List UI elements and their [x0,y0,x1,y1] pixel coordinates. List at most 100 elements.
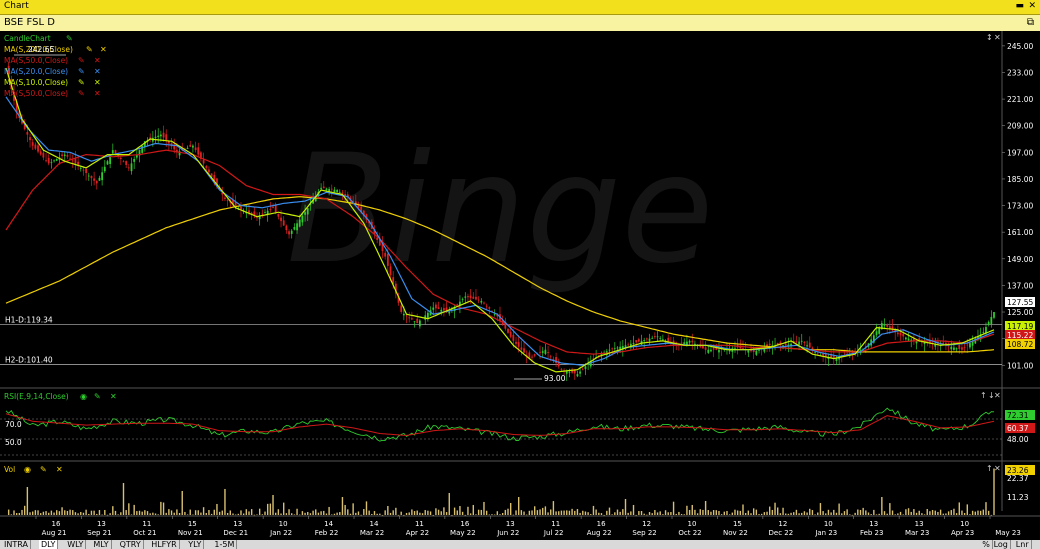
time-axis-month: Jun 22 [496,529,519,537]
legend-ma50b[interactable]: MA(S,50.0,Close) [4,89,68,98]
volume-bar [296,508,298,515]
candle-body [410,318,413,320]
volume-bar [485,510,488,515]
volume-bar [285,513,288,515]
legend-candle[interactable]: CandleChart [4,34,51,43]
candle-body [541,351,544,353]
low-annotation: 93.00 [544,374,566,383]
eye-icon[interactable]: ◉ [80,392,87,401]
volume-bar [69,509,71,515]
candle-body [322,186,325,189]
candle-body [822,353,825,356]
legend-ma20[interactable]: MA(S,20.0,Close) [4,67,68,76]
remove-x-icon[interactable]: ✕ [100,45,107,54]
scale-option-lnr[interactable]: Lnr [1014,540,1032,549]
volume-bar [21,509,23,515]
time-axis-day: 10 [688,520,697,528]
tab-hlfyr[interactable]: HLFYR [149,540,180,549]
candle-body [966,344,969,346]
volume-bar [942,513,944,515]
tab-wly[interactable]: WLY [65,540,87,549]
volume-bar [939,509,942,515]
legend-ma10[interactable]: MA(S,10.0,Close) [4,78,68,87]
eye-icon[interactable]: ◉ [24,465,31,474]
candle-body [288,231,290,235]
volume-bar [152,512,154,515]
volume-bar [221,510,223,515]
volume-bar [429,511,432,515]
panel-up-icon[interactable]: ↑ [986,464,993,473]
volume-bar [232,513,234,515]
panel-close-icon[interactable]: ✕ [994,391,1001,400]
volume-bar [833,509,835,515]
volume-bar [907,508,910,515]
edit-pencil-icon[interactable]: ✎ [78,89,85,98]
scale-option-percent[interactable]: % [980,540,993,549]
tab-yly[interactable]: YLY [186,540,205,549]
remove-x-icon[interactable]: ✕ [94,89,101,98]
edit-pencil-icon[interactable]: ✎ [86,45,93,54]
tab-1-5m[interactable]: 1-5M [212,540,238,549]
volume-bar [162,502,165,515]
volume-bar [889,503,891,515]
candle-body [547,352,549,354]
volume-bar [643,513,645,515]
h2-label: H2-D:101.40 [5,355,53,364]
scale-option-log[interactable]: Log [992,540,1011,549]
volume-bar [771,509,774,515]
price-axis-tick: 101.00 [1007,361,1033,370]
collapse-icon[interactable]: ▬ [1015,1,1024,11]
volume-bar [934,510,936,515]
panel-close-icon[interactable]: ✕ [994,464,1001,473]
volume-bar [670,512,672,515]
close-icon[interactable]: ✕ [1028,1,1036,11]
price-axis-tick: 185.00 [1007,175,1033,184]
volume-bar [213,509,215,515]
volume-bar [387,505,389,515]
candle-body [552,358,555,360]
volume-bar [186,514,189,515]
panel-close-icon[interactable]: ✕ [994,33,1001,42]
tab-dly[interactable]: DLY [39,540,59,549]
volume-bar [550,509,552,515]
edit-pencil-icon[interactable]: ✎ [66,34,73,43]
edit-pencil-icon[interactable]: ✎ [78,67,85,76]
remove-x-icon[interactable]: ✕ [56,465,63,474]
edit-pencil-icon[interactable]: ✎ [40,465,47,474]
volume-bar [558,511,560,515]
volume-bar [224,489,226,515]
tab-qtry[interactable]: QTRY [118,540,144,549]
volume-bar [993,468,995,515]
time-axis-day: 13 [915,520,924,528]
remove-x-icon[interactable]: ✕ [110,392,117,401]
candle-body [325,188,328,190]
legend-rsi[interactable]: RSI(E,9,14,Close) [4,392,69,401]
chart-symbol-bar: BSE FSL D ⧉ [0,15,1040,32]
candle-body [336,190,339,193]
remove-x-icon[interactable]: ✕ [94,67,101,76]
volume-bar [317,512,320,515]
tab-mly[interactable]: MLY [91,540,112,549]
panel-up-icon[interactable]: ↕ [986,33,993,42]
legend-vol[interactable]: Vol [4,465,15,474]
tab-intra[interactable]: INTRA [2,540,31,549]
volume-bar [654,510,656,515]
candle-body [883,324,886,326]
candle-body [133,158,136,162]
edit-pencil-icon[interactable]: ✎ [78,78,85,87]
edit-pencil-icon[interactable]: ✎ [94,392,101,401]
volume-bar [782,507,784,515]
volume-bar [136,511,138,515]
window-title-bar[interactable]: Chart ▬ ✕ [0,0,1040,15]
edit-pencil-icon[interactable]: ✎ [78,56,85,65]
legend-ma50[interactable]: MA(S,50.0,Close) [4,56,68,65]
candle-body [413,321,416,323]
panel-up-icon[interactable]: ↑ [980,391,987,400]
candle-body [333,189,336,193]
remove-x-icon[interactable]: ✕ [94,56,101,65]
stock-chart[interactable]: Binge 245.00 233.00 221.00 209.00 197.00 185.… [0,31,1040,540]
restore-icon[interactable]: ⧉ [1027,17,1034,28]
remove-x-icon[interactable]: ✕ [94,78,101,87]
volume-bar [809,508,811,515]
volume-bar [250,509,253,515]
